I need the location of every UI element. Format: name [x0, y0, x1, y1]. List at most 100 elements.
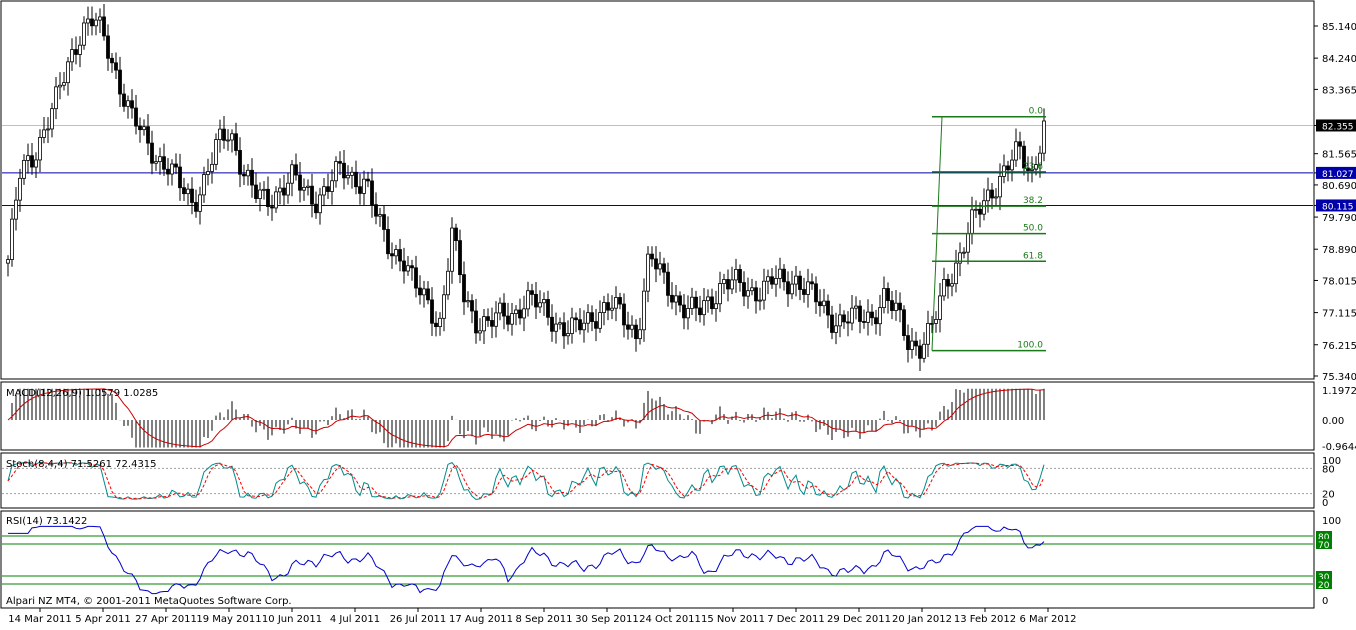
candle-body — [418, 287, 422, 296]
candle-body — [234, 133, 238, 151]
price-panel-frame — [0, 0, 1315, 380]
candle-body — [1002, 165, 1006, 177]
candle-body — [542, 299, 546, 304]
candle-body — [770, 276, 774, 285]
date-label: 4 Jul 2011 — [330, 614, 380, 625]
chart-window[interactable]: 0.0 23.6 38.2 50.0 61.8 100.0 85.140 84.240 83.… — [0, 0, 1356, 626]
candle-body — [70, 49, 74, 63]
macd-axis-label: -0.9644 — [1322, 442, 1356, 453]
candle-body — [42, 129, 46, 138]
candle-body — [722, 279, 726, 284]
candle-body — [158, 156, 162, 163]
date-label: 5 Apr 2011 — [75, 614, 130, 625]
candle-body — [974, 208, 978, 211]
candle-body — [258, 189, 262, 199]
candle-body — [522, 308, 526, 319]
candle-body — [762, 280, 766, 301]
candle-body — [818, 301, 822, 307]
candle-body — [778, 268, 782, 279]
candle-body — [98, 16, 102, 21]
candle-body — [434, 322, 438, 328]
candle-body — [322, 186, 326, 196]
candle-body — [294, 164, 298, 176]
rsi-axis-label: 0 — [1322, 596, 1328, 607]
candle-body — [726, 279, 730, 290]
candle-body — [142, 126, 146, 131]
candle-body — [482, 316, 486, 332]
candle-body — [374, 204, 378, 217]
candle-body — [454, 227, 458, 242]
candle-body — [478, 330, 482, 334]
candle-body — [194, 202, 198, 212]
candle-body — [706, 296, 710, 302]
candle-body — [922, 343, 926, 359]
price-tick-label: 79.790 — [1322, 213, 1356, 224]
candle-body — [682, 304, 686, 319]
candle-body — [466, 300, 470, 303]
candle-body — [6, 259, 10, 264]
candle-body — [190, 188, 194, 203]
candle-body — [990, 189, 994, 199]
candle-body — [1014, 141, 1018, 161]
candle-body — [38, 137, 42, 161]
candle-body — [602, 302, 606, 314]
chart-canvas[interactable]: 0.0 23.6 38.2 50.0 61.8 100.0 85.140 84.240 83.… — [0, 0, 1356, 626]
candle-body — [50, 108, 54, 130]
candle-body — [262, 188, 266, 191]
candle-body — [278, 187, 282, 193]
candle-body — [730, 279, 734, 290]
candle-body — [566, 333, 570, 337]
candle-body — [266, 188, 270, 207]
price-tick-label: 78.890 — [1322, 245, 1356, 256]
macd-axis-label: 1.1972 — [1322, 386, 1356, 397]
candle-body — [866, 311, 870, 323]
candle-body — [998, 175, 1002, 198]
stoch-axis-label: 80 — [1322, 464, 1335, 475]
candle-body — [302, 186, 306, 191]
candle-body — [406, 265, 410, 272]
candle-body — [502, 302, 506, 317]
candle-body — [242, 173, 246, 177]
candle-body — [334, 161, 338, 182]
candle-body — [646, 253, 650, 292]
candle-body — [14, 199, 18, 220]
price-tick-label: 84.240 — [1322, 54, 1356, 65]
candle-body — [138, 125, 142, 131]
candle-body — [362, 178, 366, 194]
candle-body — [46, 128, 50, 131]
candle-body — [250, 169, 254, 186]
candle-body — [618, 297, 622, 305]
candle-body — [498, 302, 502, 314]
candle-body — [210, 163, 214, 172]
date-label: 26 Jul 2011 — [390, 614, 447, 625]
price-tick-label: 85.140 — [1322, 22, 1356, 33]
candle-body — [162, 156, 166, 170]
candle-body — [814, 283, 818, 303]
candle-body — [654, 258, 658, 270]
candle-body — [34, 159, 38, 168]
candle-body — [458, 240, 462, 276]
candle-body — [26, 155, 30, 161]
candle-body — [1042, 120, 1046, 154]
date-label: 30 Sep 2011 — [575, 614, 638, 625]
candle-body — [986, 189, 990, 202]
candle-body — [614, 297, 618, 309]
candle-body — [494, 312, 498, 327]
candle-body — [710, 296, 714, 310]
candle-body — [978, 208, 982, 215]
candle-body — [290, 164, 294, 184]
candle-body — [702, 300, 706, 316]
candle-body — [906, 335, 910, 350]
candle-body — [446, 270, 450, 296]
candle-body — [550, 316, 554, 332]
candle-body — [822, 300, 826, 307]
candle-body — [594, 321, 598, 329]
candle-body — [534, 294, 538, 308]
candle-body — [354, 171, 358, 188]
stoch-label: Stoch(8,4,4) 71.5261 72.4315 — [6, 459, 157, 470]
candle-body — [850, 307, 854, 324]
candle-body — [934, 319, 938, 324]
candle-body — [878, 307, 882, 325]
fib-level-label: 23.6 — [1023, 162, 1043, 172]
date-label: 15 Nov 2011 — [701, 614, 765, 625]
